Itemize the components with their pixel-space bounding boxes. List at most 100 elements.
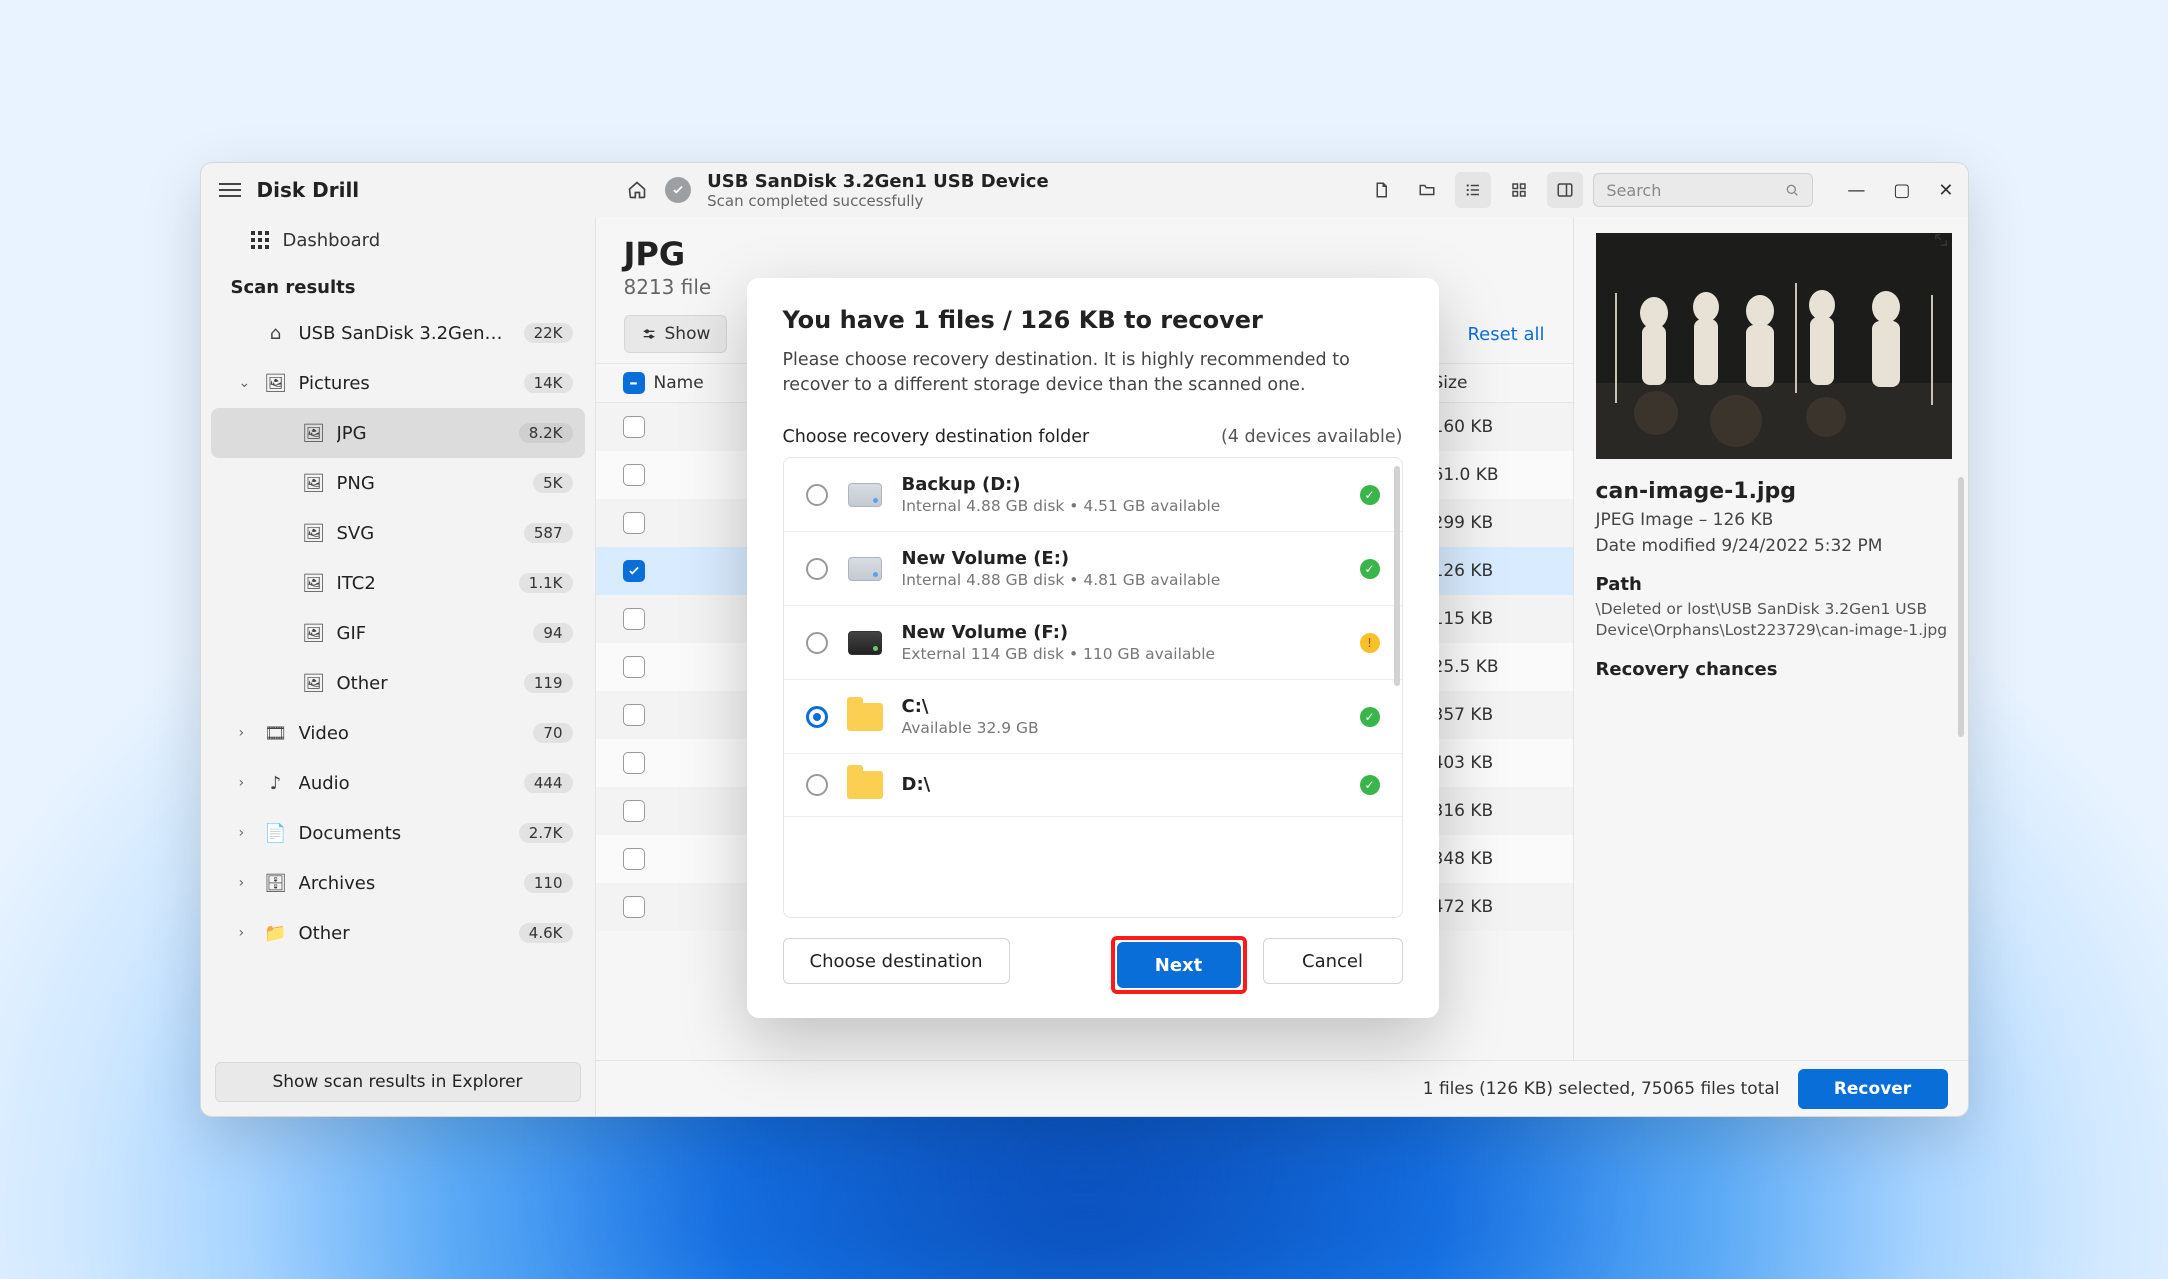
next-button[interactable]: Next [1117,942,1241,988]
chevron-right-icon[interactable]: › [239,925,253,941]
recover-button[interactable]: Recover [1798,1069,1948,1109]
row-checkbox[interactable] [623,848,645,870]
preview-path-heading: Path [1596,574,1950,595]
sidebar-item-svg[interactable]: 🖼 SVG 587 [211,508,585,558]
search-input[interactable]: Search [1593,173,1813,207]
sidebar-item-gif[interactable]: 🖼 GIF 94 [211,608,585,658]
folder-icon[interactable] [1409,172,1445,208]
sidebar-label: SVG [337,523,512,544]
chevron-right-icon[interactable]: › [239,775,253,791]
row-checkbox[interactable] [623,752,645,774]
hamburger-icon[interactable] [219,183,241,197]
chevron-right-icon[interactable]: › [239,875,253,891]
chevron-right-icon[interactable]: › [239,825,253,841]
sidebar-item-video[interactable]: › 🎞 Video 70 [211,708,585,758]
col-size[interactable]: Size [1433,373,1553,393]
row-checkbox[interactable] [623,512,645,534]
row-checkbox[interactable] [623,656,645,678]
sidebar-item-png[interactable]: 🖼 PNG 5K [211,458,585,508]
destination-option[interactable]: New Volume (F:) External 114 GB disk • 1… [784,606,1402,680]
destination-radio[interactable] [806,706,828,728]
count-badge: 8.2K [519,423,573,443]
destination-option[interactable]: New Volume (E:) Internal 4.88 GB disk • … [784,532,1402,606]
destination-name: D:\ [902,774,1344,795]
row-checkbox[interactable] [623,704,645,726]
grid-view-icon[interactable] [1501,172,1537,208]
destination-option[interactable]: Backup (D:) Internal 4.88 GB disk • 4.51… [784,458,1402,532]
count-badge: 1.1K [519,573,573,593]
maximize-button[interactable]: ▢ [1893,180,1910,201]
show-filter-button[interactable]: Show [624,315,728,353]
image-icon: 🖼 [303,573,325,594]
preview-scrollbar[interactable] [1958,477,1964,737]
destination-sub: Internal 4.88 GB disk • 4.81 GB availabl… [902,571,1344,589]
sidebar-label: Video [299,723,522,744]
sidebar-label: Archives [299,873,512,894]
reset-all-link[interactable]: Reset all [1467,324,1544,345]
sidebar-item-itc2[interactable]: 🖼 ITC2 1.1K [211,558,585,608]
row-checkbox[interactable] [623,608,645,630]
destination-option[interactable]: C:\ Available 32.9 GB✓ [784,680,1402,754]
destination-sub: External 114 GB disk • 110 GB available [902,645,1344,663]
row-checkbox[interactable] [623,800,645,822]
status-ok-icon [665,177,691,203]
popout-icon[interactable] [1924,225,1958,255]
sidebar-pictures[interactable]: ⌄ 🖼 Pictures 14K [211,358,585,408]
destination-name: C:\ [902,696,1344,717]
count-badge: 587 [524,523,573,543]
section-icon: 📄 [265,823,287,844]
list-view-icon[interactable] [1455,172,1491,208]
ok-icon: ✓ [1360,707,1380,727]
row-checkbox[interactable] [623,416,645,438]
drive-icon [848,483,882,507]
minimize-button[interactable]: — [1847,180,1865,201]
chevron-right-icon[interactable]: › [239,725,253,741]
sidebar-item-jpg[interactable]: 🖼 JPG 8.2K [211,408,585,458]
select-all-checkbox[interactable]: – [623,372,645,394]
destination-radio[interactable] [806,558,828,580]
status-bar: 1 files (126 KB) selected, 75065 files t… [596,1060,1968,1116]
app-title: Disk Drill [257,178,360,202]
sidebar-item-other[interactable]: › 📁 Other 4.6K [211,908,585,958]
show-in-explorer-button[interactable]: Show scan results in Explorer [215,1062,581,1102]
section-icon: ♪ [265,773,287,794]
count-badge: 5K [533,473,572,493]
file-icon[interactable] [1363,172,1399,208]
row-size: 126 KB [1433,561,1553,581]
nav-dashboard[interactable]: Dashboard [221,217,575,263]
destination-radio[interactable] [806,632,828,654]
preview-thumbnail[interactable] [1596,233,1952,459]
highlight-ring: Next [1113,938,1245,992]
row-checkbox[interactable] [623,464,645,486]
sidebar-item-other[interactable]: 🖼 Other 119 [211,658,585,708]
sidebar-item-documents[interactable]: › 📄 Documents 2.7K [211,808,585,858]
choose-destination-button[interactable]: Choose destination [783,938,1010,984]
ok-icon: ✓ [1360,775,1380,795]
destination-radio[interactable] [806,774,828,796]
row-checkbox[interactable] [623,560,645,582]
section-icon: 📁 [265,923,287,944]
folder-icon [847,703,883,731]
row-checkbox[interactable] [623,896,645,918]
panel-toggle-icon[interactable] [1547,172,1583,208]
image-icon: 🖼 [265,373,287,394]
sidebar-item-audio[interactable]: › ♪ Audio 444 [211,758,585,808]
close-button[interactable]: ✕ [1938,180,1953,201]
preview-path: \Deleted or lost\USB SanDisk 3.2Gen1 USB… [1596,599,1950,641]
home-icon[interactable] [619,172,655,208]
destination-name: New Volume (F:) [902,622,1344,643]
destination-option[interactable]: D:\ ✓ [784,754,1402,817]
cancel-button[interactable]: Cancel [1263,938,1403,984]
destination-sub: Internal 4.88 GB disk • 4.51 GB availabl… [902,497,1344,515]
sidebar-label: Other [299,923,507,944]
sidebar-device[interactable]: ⌂ USB SanDisk 3.2Gen1 U... 22K [211,308,585,358]
destination-name: New Volume (E:) [902,548,1344,569]
image-icon: 🖼 [303,523,325,544]
destination-scrollbar[interactable] [1394,466,1400,686]
chevron-down-icon[interactable]: ⌄ [239,375,253,391]
destination-radio[interactable] [806,484,828,506]
dashboard-label: Dashboard [283,230,381,251]
image-icon: 🖼 [303,423,325,444]
preview-filename: can-image-1.jpg [1596,479,1950,504]
sidebar-item-archives[interactable]: › 🗄 Archives 110 [211,858,585,908]
